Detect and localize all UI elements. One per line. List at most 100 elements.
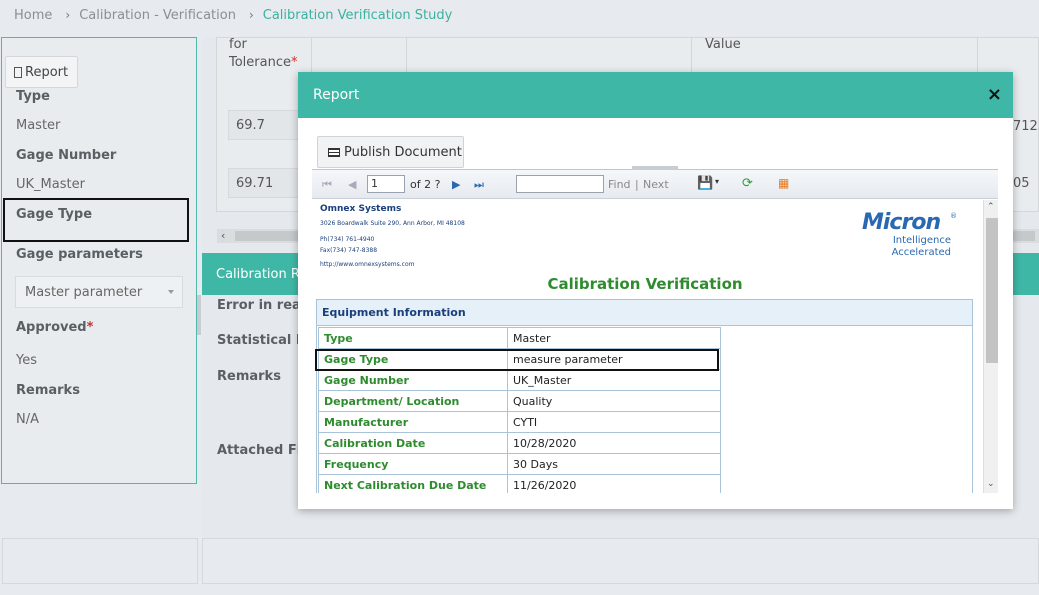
- document-icon: [14, 66, 22, 78]
- export-save-icon[interactable]: 💾: [697, 176, 713, 191]
- remarks-section-label: Remarks: [217, 369, 281, 384]
- report-modal: Report × Publish Document ⏮ ◀ 1 of 2 ? ▶…: [298, 72, 1013, 509]
- footer-panel: [2, 538, 198, 584]
- remarks-value: N/A: [16, 412, 39, 427]
- publish-document-button[interactable]: Publish Document: [317, 136, 464, 168]
- header-for: for: [229, 37, 247, 52]
- chevron-right-icon: ›: [65, 8, 71, 22]
- publish-document-label: Publish Document: [344, 144, 462, 160]
- header-value: Value: [705, 37, 741, 52]
- equipment-value: Master: [507, 327, 721, 349]
- next-link[interactable]: Next: [643, 178, 669, 191]
- print-layout-icon[interactable]: ▦: [778, 176, 789, 190]
- equipment-key: Next Calibration Due Date: [318, 474, 508, 493]
- report-toolbar: ⏮ ◀ 1 of 2 ? ▶ ⏭ Find | Next 💾 ▾ ⟳ ▦: [312, 170, 998, 199]
- find-input[interactable]: [516, 175, 604, 193]
- page-number-input[interactable]: 1: [367, 175, 405, 193]
- gage-parameters-selected: Master parameter: [25, 284, 143, 300]
- breadcrumb: Home › Calibration - Verification › Cali…: [0, 0, 1039, 30]
- micron-logo: Micron ® Intelligence Accelerated: [852, 204, 957, 262]
- type-label: Type: [16, 89, 50, 104]
- next-page-icon[interactable]: ▶: [452, 178, 460, 191]
- find-link[interactable]: Find: [608, 178, 631, 191]
- caret-down-icon[interactable]: ▾: [715, 177, 719, 186]
- chevron-down-icon[interactable]: ⌄: [987, 479, 995, 489]
- equipment-information-header: Equipment Information: [317, 300, 972, 326]
- header-tolerance: Tolerance*: [229, 55, 298, 70]
- equipment-information-section: Equipment Information Type Master Gage Typ…: [316, 299, 973, 493]
- approved-label: Approved*: [16, 320, 94, 335]
- equipment-value: CYTI: [507, 411, 721, 433]
- breadcrumb-calibration-verification[interactable]: Calibration - Verification: [79, 8, 236, 23]
- equipment-row: Calibration Date 10/28/2020: [318, 432, 721, 454]
- gage-parameters-label: Gage parameters: [16, 247, 143, 262]
- footer-panel: [202, 538, 1039, 584]
- equipment-value: 11/26/2020: [507, 474, 721, 493]
- required-mark: *: [86, 320, 94, 335]
- company-website: http://www.omnexsystems.com: [320, 261, 415, 268]
- equipment-value: 10/28/2020: [507, 432, 721, 454]
- table-column-divider: [977, 37, 978, 73]
- company-name: Omnex Systems: [320, 204, 402, 214]
- equipment-key: Type: [318, 327, 508, 349]
- gage-number-value: UK_Master: [16, 177, 85, 192]
- scrollbar-thumb[interactable]: [986, 218, 998, 363]
- report-vertical-scrollbar[interactable]: ⌃ ⌄: [983, 200, 998, 493]
- company-phone: Ph(734) 761-4940: [320, 236, 375, 243]
- last-page-icon[interactable]: ⏭: [474, 178, 484, 192]
- report-title: Calibration Verification: [547, 275, 743, 293]
- page-of-label: of 2 ?: [410, 178, 441, 191]
- gage-type-row-highlight: [315, 349, 719, 371]
- modal-title: Report: [313, 87, 360, 103]
- logo-wordmark: Micron: [862, 210, 941, 235]
- equipment-value: 30 Days: [507, 453, 721, 475]
- gage-parameters-select[interactable]: Master parameter: [15, 276, 183, 308]
- gage-type-highlight: [3, 198, 189, 242]
- table-cell: 7125: [1013, 119, 1039, 134]
- toolbar-divider: |: [635, 178, 639, 191]
- chevron-left-icon[interactable]: ‹: [221, 229, 225, 242]
- modal-header: Report ×: [298, 72, 1013, 118]
- type-value: Master: [16, 118, 61, 133]
- logo-tagline-2: Accelerated: [891, 247, 951, 258]
- equipment-key: Frequency: [318, 453, 508, 475]
- table-cell[interactable]: 69.71: [228, 168, 304, 198]
- breadcrumb-home[interactable]: Home: [14, 8, 52, 23]
- report-button-label: Report: [25, 64, 69, 80]
- first-page-icon[interactable]: ⏮: [322, 178, 332, 192]
- remarks-label: Remarks: [16, 383, 80, 398]
- equipment-key: Manufacturer: [318, 411, 508, 433]
- report-page: Omnex Systems 3026 Boardwalk Suite 290, …: [312, 200, 998, 493]
- table-column-divider: [406, 37, 407, 73]
- logo-registered: ®: [950, 212, 957, 220]
- close-icon[interactable]: ×: [987, 84, 1002, 105]
- refresh-icon[interactable]: ⟳: [742, 176, 753, 191]
- report-button[interactable]: Report: [5, 56, 78, 88]
- logo-tagline-1: Intelligence: [892, 235, 951, 246]
- table-cell: 05: [1013, 176, 1030, 191]
- caret-down-icon: [168, 290, 174, 294]
- company-address: 3026 Boardwalk Suite 290, Ann Arbor, MI …: [320, 220, 465, 227]
- panel-splitter[interactable]: [197, 295, 201, 335]
- chevron-up-icon[interactable]: ⌃: [987, 202, 995, 212]
- table-cell[interactable]: 69.7: [228, 110, 304, 140]
- company-fax: Fax(734) 747-8388: [320, 247, 378, 254]
- prev-page-icon[interactable]: ◀: [348, 178, 356, 191]
- equipment-key: Department/ Location: [318, 390, 508, 412]
- chevron-right-icon: ›: [248, 8, 254, 22]
- equipment-key: Calibration Date: [318, 432, 508, 454]
- equipment-row: Department/ Location Quality: [318, 390, 721, 412]
- equipment-key: Gage Number: [318, 369, 508, 391]
- gage-number-label: Gage Number: [16, 148, 117, 163]
- table-column-divider: [311, 37, 312, 73]
- equipment-row: Type Master: [318, 327, 721, 349]
- equipment-value: Quality: [507, 390, 721, 412]
- equipment-row: Gage Number UK_Master: [318, 369, 721, 391]
- equipment-value: UK_Master: [507, 369, 721, 391]
- equipment-row: Frequency 30 Days: [318, 453, 721, 475]
- table-column-divider: [691, 37, 692, 73]
- approved-value: Yes: [16, 353, 37, 368]
- report-viewer: ⏮ ◀ 1 of 2 ? ▶ ⏭ Find | Next 💾 ▾ ⟳ ▦ Omn…: [312, 166, 998, 493]
- breadcrumb-current: Calibration Verification Study: [262, 7, 453, 23]
- equipment-row: Manufacturer CYTI: [318, 411, 721, 433]
